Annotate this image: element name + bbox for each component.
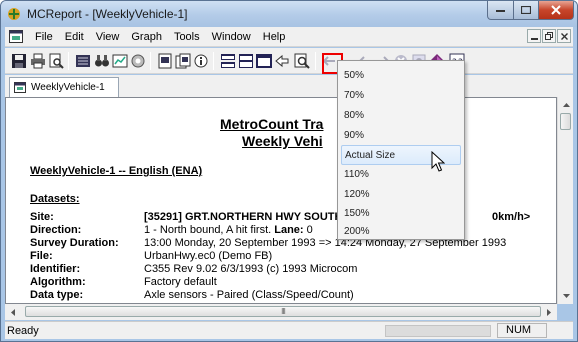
zoom-option-90[interactable]: 90% <box>341 126 461 146</box>
field-value: 1 - North bound, A hit first. Lane: 0 <box>144 224 313 236</box>
zoom-option-80[interactable]: 80% <box>341 106 461 126</box>
document-icon <box>14 82 26 93</box>
mouse-cursor-icon <box>431 151 445 172</box>
scroll-grip: III <box>281 307 286 316</box>
menu-tools[interactable]: Tools <box>168 27 206 47</box>
report-multi-icon[interactable] <box>175 53 191 69</box>
menu-window[interactable]: Window <box>206 27 257 47</box>
mdi-restore-button[interactable] <box>542 29 556 43</box>
tile-vertical-icon[interactable] <box>238 53 254 69</box>
minimize-button[interactable] <box>487 1 514 20</box>
toolbar-separator <box>213 52 214 70</box>
close-button[interactable] <box>538 1 574 20</box>
scroll-right-button[interactable] <box>541 304 557 320</box>
back-arrow-icon[interactable] <box>274 53 290 69</box>
chart-icon[interactable] <box>112 53 128 69</box>
zoom-option-120[interactable]: 120% <box>341 185 461 205</box>
horizontal-scrollbar[interactable]: III <box>5 304 557 320</box>
zoom-icon[interactable] <box>294 53 310 69</box>
save-icon[interactable] <box>11 53 27 69</box>
print-preview-icon[interactable] <box>48 53 64 69</box>
tab-weeklyvehicle-1[interactable]: WeeklyVehicle-1 <box>9 77 119 97</box>
arrow-down-icon <box>562 294 570 298</box>
num-lock-indicator: NUM <box>497 323 547 338</box>
app-window: MCReport - [WeeklyVehicle-1] File Edit V… <box>0 0 578 342</box>
close-icon <box>560 32 568 40</box>
field-label: Identifier: <box>30 263 81 275</box>
field-value: UrbanHwy.ec0 (Demo FB) <box>144 250 273 262</box>
report-subtitle: WeeklyVehicle-1 -- English (ENA) <box>30 165 203 177</box>
zoom-dropdown-menu: 50% 70% 80% 90% Actual Size 110% 120% 15… <box>337 60 465 240</box>
toolbar: ?? <box>5 48 573 74</box>
report-view[interactable]: MetroCount Tra Weekly Vehi WeeklyVehicle… <box>5 97 557 304</box>
menu-bar: File Edit View Graph Tools Window Help <box>5 27 573 47</box>
title-bar[interactable]: MCReport - [WeeklyVehicle-1] <box>1 1 577 27</box>
window-title: MCReport - [WeeklyVehicle-1] <box>27 7 188 21</box>
field-label: Direction: <box>30 224 82 236</box>
horizontal-scroll-thumb[interactable]: III <box>25 306 541 317</box>
field-value-tail: 0km/h> <box>492 211 531 223</box>
menu-edit[interactable]: Edit <box>59 27 90 47</box>
field-label: Algorithm: <box>30 276 86 288</box>
toolbar-separator <box>150 52 151 70</box>
field-label: Site: <box>30 211 54 223</box>
zoom-option-70[interactable]: 70% <box>341 86 461 106</box>
arrow-left-icon <box>11 308 15 316</box>
mdi-close-button[interactable] <box>557 29 571 43</box>
vertical-scrollbar[interactable] <box>557 97 573 304</box>
toolbar-separator <box>68 52 69 70</box>
vertical-scroll-thumb[interactable] <box>560 113 571 130</box>
field-label: Data type: <box>30 289 84 301</box>
tab-label: WeeklyVehicle-1 <box>31 82 105 93</box>
field-value: Axle sensors - Paired (Class/Speed/Count… <box>144 289 354 301</box>
menu-help[interactable]: Help <box>257 27 292 47</box>
info-icon[interactable] <box>193 53 209 69</box>
zoom-option-200[interactable]: 200% <box>341 222 461 242</box>
minimize-icon <box>496 10 505 12</box>
scroll-down-button[interactable] <box>558 288 574 304</box>
arrow-right-icon <box>547 308 551 316</box>
report-title: MetroCount Tra <box>220 116 324 132</box>
status-text: Ready <box>7 325 39 337</box>
maximize-button[interactable] <box>513 1 539 20</box>
field-label: File: <box>30 250 53 262</box>
scroll-up-button[interactable] <box>558 97 574 113</box>
datasets-heading: Datasets: <box>30 193 80 205</box>
field-value: C355 Rev 9.02 6/3/1993 (c) 1993 Microcom <box>144 263 358 275</box>
field-label: Survey Duration: <box>30 237 119 249</box>
menu-view[interactable]: View <box>90 27 126 47</box>
field-value: Factory default <box>144 276 217 288</box>
app-logo-icon <box>8 8 20 20</box>
close-icon <box>551 5 561 15</box>
tile-horizontal-icon[interactable] <box>220 53 236 69</box>
menu-file[interactable]: File <box>29 27 59 47</box>
minimize-icon <box>530 37 538 40</box>
mdi-minimize-button[interactable] <box>527 29 541 43</box>
status-progress-pane <box>385 325 491 337</box>
report-icon[interactable] <box>157 53 173 69</box>
zoom-option-50[interactable]: 50% <box>341 66 461 86</box>
field-value: [35291] GRT.NORTHERN HWY SOUTH <box>144 211 343 223</box>
document-tab-strip: WeeklyVehicle-1 <box>5 75 573 97</box>
arrow-up-icon <box>562 103 570 107</box>
menu-graph[interactable]: Graph <box>125 27 168 47</box>
report-title-line2: Weekly Vehi <box>242 133 323 149</box>
zoom-option-150[interactable]: 150% <box>341 204 461 224</box>
scroll-left-button[interactable] <box>5 304 21 320</box>
mdi-controls <box>527 29 571 43</box>
maximize-icon <box>521 6 531 14</box>
window-icon[interactable] <box>256 53 272 69</box>
list-icon[interactable] <box>75 53 91 69</box>
binoculars-icon[interactable] <box>94 53 110 69</box>
settings-icon[interactable] <box>130 53 146 69</box>
restore-icon <box>545 32 553 40</box>
status-bar: Ready NUM <box>5 321 573 339</box>
document-icon[interactable] <box>9 30 23 43</box>
print-icon[interactable] <box>30 53 46 69</box>
toolbar-separator <box>315 52 316 70</box>
